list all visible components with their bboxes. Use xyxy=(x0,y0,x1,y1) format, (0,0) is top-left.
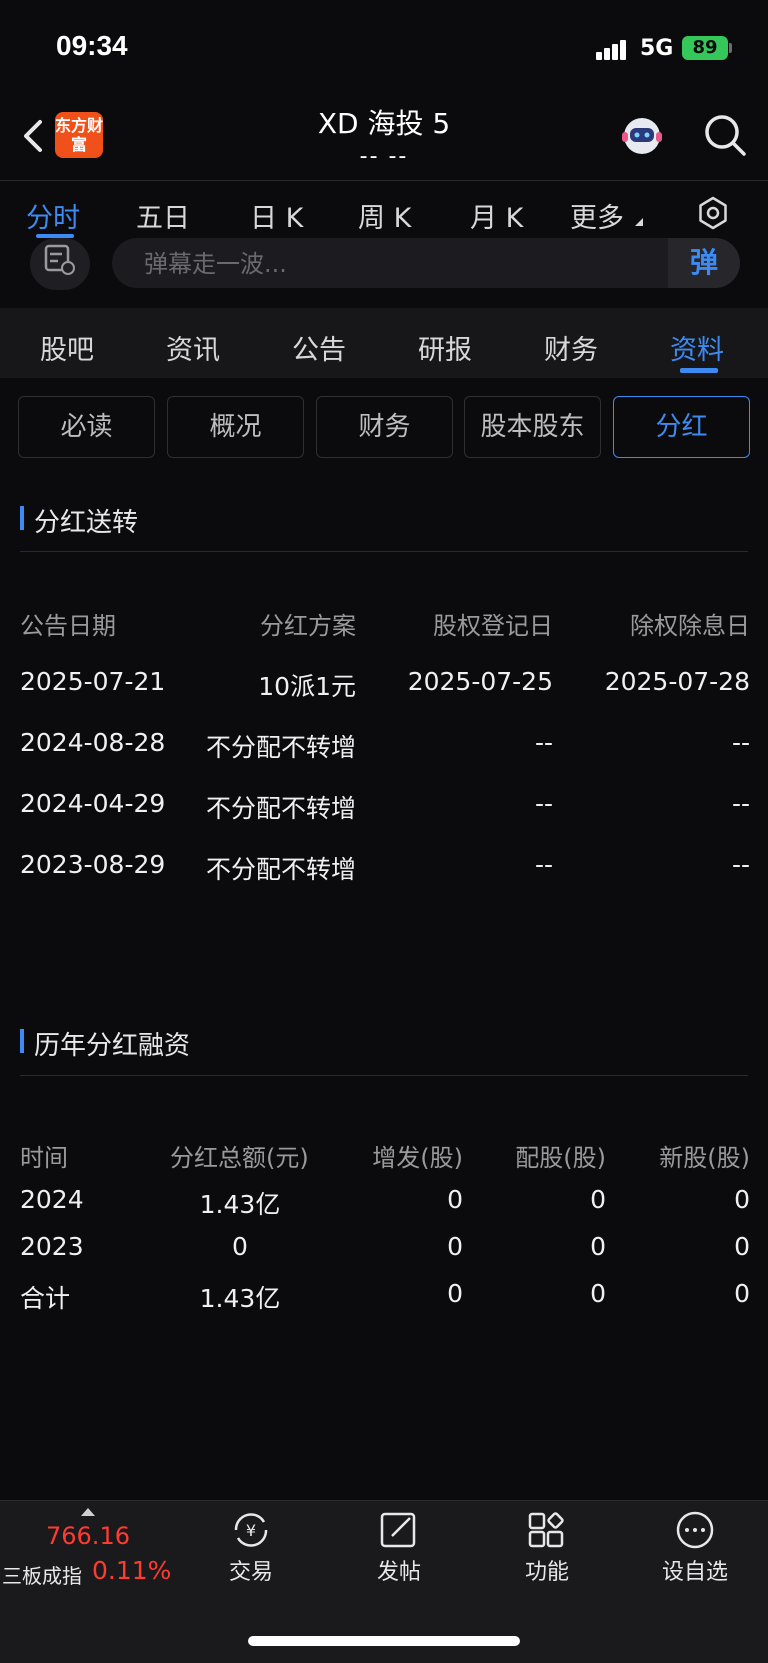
signal-icon xyxy=(596,38,630,60)
search-icon[interactable] xyxy=(702,112,748,158)
svg-text:¥: ¥ xyxy=(246,1521,256,1540)
cell-total: 1.43亿 xyxy=(199,1190,281,1219)
trade-icon: ¥ xyxy=(234,1513,268,1547)
battery-tip xyxy=(729,43,732,53)
nav-post-label: 发帖 xyxy=(376,1560,421,1585)
danmu-list-icon[interactable] xyxy=(30,238,90,290)
cell-record: 2025-07-25 xyxy=(407,667,553,696)
tab-profile[interactable]: 资料 xyxy=(670,328,724,367)
cell-year: 2023 xyxy=(20,1232,84,1261)
section-divider xyxy=(20,1075,748,1076)
dividend-section-title: 分红送转 xyxy=(34,508,139,538)
col-record-date: 股权登记日 xyxy=(433,612,553,640)
col-total-dividend: 分红总额(元) xyxy=(170,1144,309,1172)
index-name[interactable]: 三板成指 xyxy=(2,1560,82,1589)
col-ex-date: 除权除息日 xyxy=(630,612,750,640)
expand-up-icon[interactable] xyxy=(81,1508,95,1516)
cell-year: 合计 xyxy=(20,1284,71,1313)
tab-weekly-k[interactable]: 周 K xyxy=(358,196,411,235)
cell-date: 2024-04-29 xyxy=(20,789,166,818)
section-tabs xyxy=(0,308,768,378)
cell-ex: -- xyxy=(731,850,750,879)
nav-watchlist[interactable]: 设自选 xyxy=(640,1510,750,1590)
cell-ex: -- xyxy=(731,728,750,757)
cell-date: 2024-08-28 xyxy=(20,728,166,757)
cell-total: 0 xyxy=(232,1232,248,1261)
cell-plan: 不分配不转增 xyxy=(206,733,356,762)
cell-ex: 2025-07-28 xyxy=(604,667,750,696)
status-time: 09:34 xyxy=(56,30,128,61)
cell-date: 2025-07-21 xyxy=(20,667,166,696)
header-divider xyxy=(0,180,768,181)
subtab-must-read[interactable]: 必读 xyxy=(18,396,155,458)
tab-profile-underline xyxy=(680,368,718,373)
nav-trade[interactable]: ¥ 交易 xyxy=(196,1510,306,1590)
section-marker xyxy=(20,506,24,530)
more-circle-icon xyxy=(676,1511,714,1549)
home-indicator xyxy=(248,1636,520,1646)
more-dropdown-icon xyxy=(635,218,643,226)
tab-finance[interactable]: 财务 xyxy=(544,328,598,367)
danmu-send-button[interactable]: 弹 xyxy=(668,238,740,288)
tab-intraday[interactable]: 分时 xyxy=(26,196,80,235)
col-rights-issue: 配股(股) xyxy=(515,1144,606,1172)
tab-daily-k[interactable]: 日 K xyxy=(250,196,303,235)
nav-functions-label: 功能 xyxy=(524,1560,569,1585)
nav-functions[interactable]: 功能 xyxy=(492,1510,602,1590)
index-change[interactable]: 0.11% xyxy=(92,1556,171,1585)
cell-record: -- xyxy=(534,850,553,879)
cell-rights: 0 xyxy=(590,1279,606,1308)
col-plan: 分红方案 xyxy=(260,612,356,640)
history-section-title: 历年分红融资 xyxy=(34,1031,191,1061)
tab-research[interactable]: 研报 xyxy=(418,328,472,367)
index-price[interactable]: 766.16 xyxy=(46,1522,130,1550)
tab-more[interactable]: 更多 xyxy=(570,196,624,235)
subtab-overview[interactable]: 概况 xyxy=(167,396,304,458)
col-year: 时间 xyxy=(20,1144,68,1172)
cell-ex: -- xyxy=(731,789,750,818)
tab-news[interactable]: 资讯 xyxy=(166,328,220,367)
gear-icon[interactable] xyxy=(696,196,730,230)
cell-total: 1.43亿 xyxy=(199,1284,281,1313)
cell-rights: 0 xyxy=(590,1232,606,1261)
grid-icon xyxy=(528,1512,564,1548)
cell-year: 2024 xyxy=(20,1185,84,1214)
cell-additional: 0 xyxy=(447,1232,463,1261)
tab-forum[interactable]: 股吧 xyxy=(40,328,94,367)
network-label: 5G xyxy=(640,36,674,61)
cell-ipo: 0 xyxy=(734,1185,750,1214)
cell-additional: 0 xyxy=(447,1185,463,1214)
tab-announcements[interactable]: 公告 xyxy=(292,328,346,367)
col-announce-date: 公告日期 xyxy=(20,612,116,640)
cell-plan: 10派1元 xyxy=(258,672,356,701)
nav-watchlist-label: 设自选 xyxy=(661,1560,728,1585)
cell-ipo: 0 xyxy=(734,1232,750,1261)
cell-plan: 不分配不转增 xyxy=(206,855,356,884)
cell-rights: 0 xyxy=(590,1185,606,1214)
cell-additional: 0 xyxy=(447,1279,463,1308)
section-marker xyxy=(20,1029,24,1053)
danmu-placeholder: 弹幕走一波... xyxy=(144,250,287,278)
subtab-shares[interactable]: 股本股东 xyxy=(464,396,601,458)
subtab-dividend[interactable]: 分红 xyxy=(613,396,750,458)
section-divider xyxy=(20,551,748,552)
col-ipo: 新股(股) xyxy=(659,1144,750,1172)
cell-plan: 不分配不转增 xyxy=(206,794,356,823)
robot-assistant-icon[interactable] xyxy=(618,112,666,160)
nav-trade-label: 交易 xyxy=(228,1560,273,1585)
cell-ipo: 0 xyxy=(734,1279,750,1308)
cell-date: 2023-08-29 xyxy=(20,850,166,879)
tab-five-day[interactable]: 五日 xyxy=(136,196,190,235)
cell-record: -- xyxy=(534,728,553,757)
nav-post[interactable]: 发帖 xyxy=(344,1510,454,1590)
cell-record: -- xyxy=(534,789,553,818)
tab-monthly-k[interactable]: 月 K xyxy=(470,196,523,235)
col-additional-issue: 增发(股) xyxy=(372,1144,463,1172)
edit-icon xyxy=(380,1512,416,1548)
subtab-finance[interactable]: 财务 xyxy=(316,396,453,458)
battery-icon: 89 xyxy=(682,36,728,60)
